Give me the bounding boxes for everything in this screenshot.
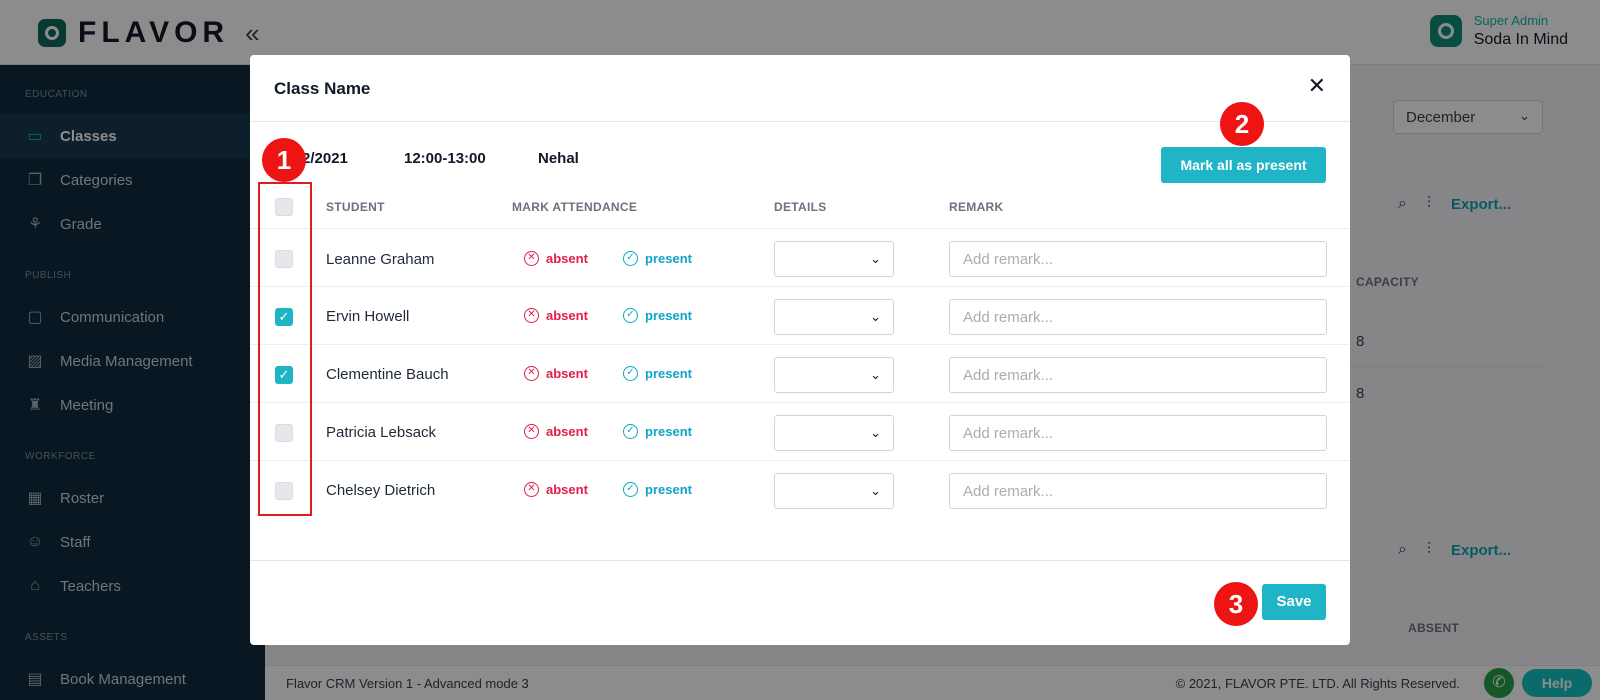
absent-button[interactable]: ✕ absent xyxy=(524,424,588,439)
divider xyxy=(250,344,1350,345)
check-circle-icon: ✓ xyxy=(623,308,638,323)
check-circle-icon: ✓ xyxy=(623,424,638,439)
details-select[interactable]: ⌄ xyxy=(774,357,894,393)
mark-all-present-button[interactable]: Mark all as present xyxy=(1161,147,1326,183)
save-button[interactable]: Save xyxy=(1262,584,1326,620)
modal-title: Class Name xyxy=(274,79,371,98)
divider xyxy=(250,460,1350,461)
present-button[interactable]: ✓ present xyxy=(623,366,692,381)
remark-input[interactable] xyxy=(949,357,1327,393)
remark-input[interactable] xyxy=(949,299,1327,335)
chevron-down-icon: ⌄ xyxy=(870,309,881,324)
remark-input[interactable] xyxy=(949,241,1327,277)
divider xyxy=(250,228,1350,229)
present-label: present xyxy=(645,308,692,323)
check-circle-icon: ✓ xyxy=(623,251,638,266)
absent-label: absent xyxy=(546,366,588,381)
annotation-highlight-box xyxy=(258,182,312,516)
chevron-down-icon: ⌄ xyxy=(870,425,881,440)
annotation-badge-2: 2 xyxy=(1220,102,1264,146)
attendance-modal: Class Name ✕ 2/2021 12:00-13:00 Nehal Ma… xyxy=(250,55,1350,645)
present-label: present xyxy=(645,424,692,439)
student-name: Clementine Bauch xyxy=(326,366,449,383)
class-time: 12:00-13:00 xyxy=(404,150,486,167)
check-circle-icon: ✓ xyxy=(623,366,638,381)
divider xyxy=(250,402,1350,403)
annotation-badge-1: 1 xyxy=(262,138,306,182)
close-icon[interactable]: ✕ xyxy=(1308,75,1326,97)
x-circle-icon: ✕ xyxy=(524,366,539,381)
modal-header: Class Name ✕ xyxy=(250,55,1350,122)
absent-label: absent xyxy=(546,251,588,266)
chevron-down-icon: ⌄ xyxy=(870,251,881,266)
present-button[interactable]: ✓ present xyxy=(623,482,692,497)
divider xyxy=(250,560,1350,561)
details-select[interactable]: ⌄ xyxy=(774,299,894,335)
remark-input[interactable] xyxy=(949,473,1327,509)
student-name: Chelsey Dietrich xyxy=(326,482,436,499)
details-select[interactable]: ⌄ xyxy=(774,415,894,451)
column-header-student: STUDENT xyxy=(326,200,385,214)
present-button[interactable]: ✓ present xyxy=(623,251,692,266)
absent-label: absent xyxy=(546,424,588,439)
present-label: present xyxy=(645,251,692,266)
absent-button[interactable]: ✕ absent xyxy=(524,308,588,323)
chevron-down-icon: ⌄ xyxy=(870,367,881,382)
divider xyxy=(250,286,1350,287)
column-header-remark: REMARK xyxy=(949,200,1004,214)
class-teacher: Nehal xyxy=(538,150,579,167)
present-label: present xyxy=(645,366,692,381)
chevron-down-icon: ⌄ xyxy=(870,483,881,498)
column-header-details: DETAILS xyxy=(774,200,827,214)
absent-button[interactable]: ✕ absent xyxy=(524,251,588,266)
absent-button[interactable]: ✕ absent xyxy=(524,366,588,381)
column-header-mark-attendance: MARK ATTENDANCE xyxy=(512,200,638,214)
x-circle-icon: ✕ xyxy=(524,482,539,497)
x-circle-icon: ✕ xyxy=(524,308,539,323)
class-date: 2/2021 xyxy=(302,150,348,167)
student-name: Patricia Lebsack xyxy=(326,424,437,441)
absent-button[interactable]: ✕ absent xyxy=(524,482,588,497)
student-name: Leanne Graham xyxy=(326,251,435,268)
present-button[interactable]: ✓ present xyxy=(623,308,692,323)
details-select[interactable]: ⌄ xyxy=(774,473,894,509)
check-circle-icon: ✓ xyxy=(623,482,638,497)
present-label: present xyxy=(645,482,692,497)
absent-label: absent xyxy=(546,482,588,497)
absent-label: absent xyxy=(546,308,588,323)
x-circle-icon: ✕ xyxy=(524,424,539,439)
student-name: Ervin Howell xyxy=(326,308,410,325)
x-circle-icon: ✕ xyxy=(524,251,539,266)
annotation-badge-3: 3 xyxy=(1214,582,1258,626)
remark-input[interactable] xyxy=(949,415,1327,451)
details-select[interactable]: ⌄ xyxy=(774,241,894,277)
present-button[interactable]: ✓ present xyxy=(623,424,692,439)
